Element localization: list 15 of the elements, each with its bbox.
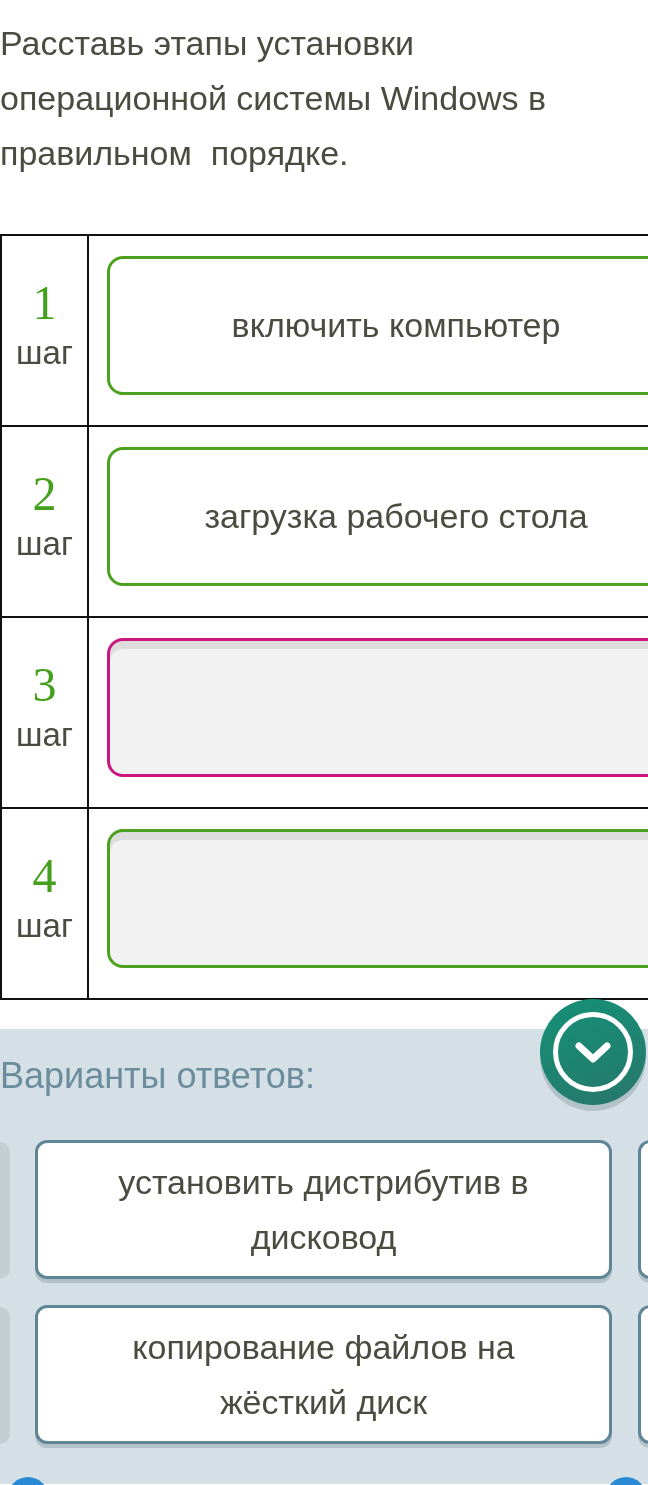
step-number: 1 <box>32 276 57 329</box>
answer-slot[interactable] <box>107 829 648 968</box>
step-label: шаг <box>16 714 73 755</box>
chevron-down-icon <box>553 1012 633 1092</box>
answer-slot[interactable]: включить компьютер <box>107 256 648 395</box>
step-number: 4 <box>32 849 57 902</box>
answer-slot[interactable]: загрузка рабочего стола <box>107 447 648 586</box>
step-number: 3 <box>32 658 57 711</box>
instruction-text: Расставь этапы установки операционной системы Windows в правильном порядке. <box>0 23 548 174</box>
answer-slot[interactable] <box>107 638 648 777</box>
step-label: шаг <box>16 523 73 564</box>
section-title: Варианты ответов: <box>0 1054 315 1098</box>
step-number: 2 <box>32 467 57 520</box>
step-label: шаг <box>16 905 73 946</box>
step-label: шаг <box>16 332 73 373</box>
